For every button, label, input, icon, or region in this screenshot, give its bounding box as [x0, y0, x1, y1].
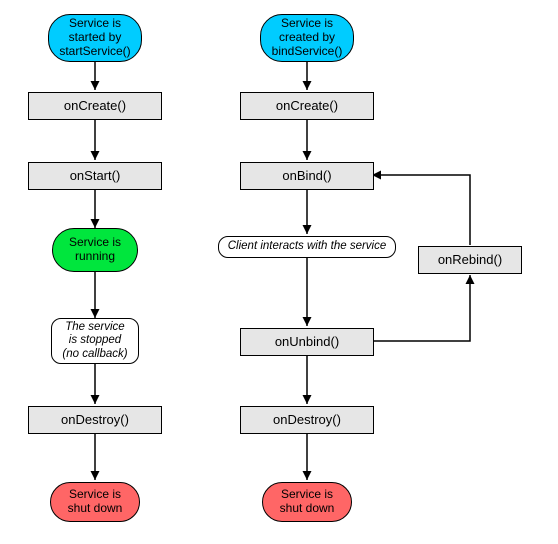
client-interact: Client interacts with the service [218, 236, 396, 258]
ondestroy-left: onDestroy() [28, 406, 162, 434]
stop-note: The serviceis stopped(no callback) [51, 318, 139, 364]
onbind-right: onBind() [240, 162, 374, 190]
start-started: Service isstarted bystartService() [48, 14, 142, 62]
ondestroy-right: onDestroy() [240, 406, 374, 434]
shutdown-left: Service isshut down [50, 482, 140, 522]
shutdown-right: Service isshut down [262, 482, 352, 522]
oncreate-right: onCreate() [240, 92, 374, 120]
service-running: Service isrunning [52, 228, 138, 272]
start-bound: Service iscreated bybindService() [260, 14, 354, 62]
onstart-left: onStart() [28, 162, 162, 190]
oncreate-left: onCreate() [28, 92, 162, 120]
onrebind: onRebind() [418, 246, 522, 274]
onunbind-right: onUnbind() [240, 328, 374, 356]
